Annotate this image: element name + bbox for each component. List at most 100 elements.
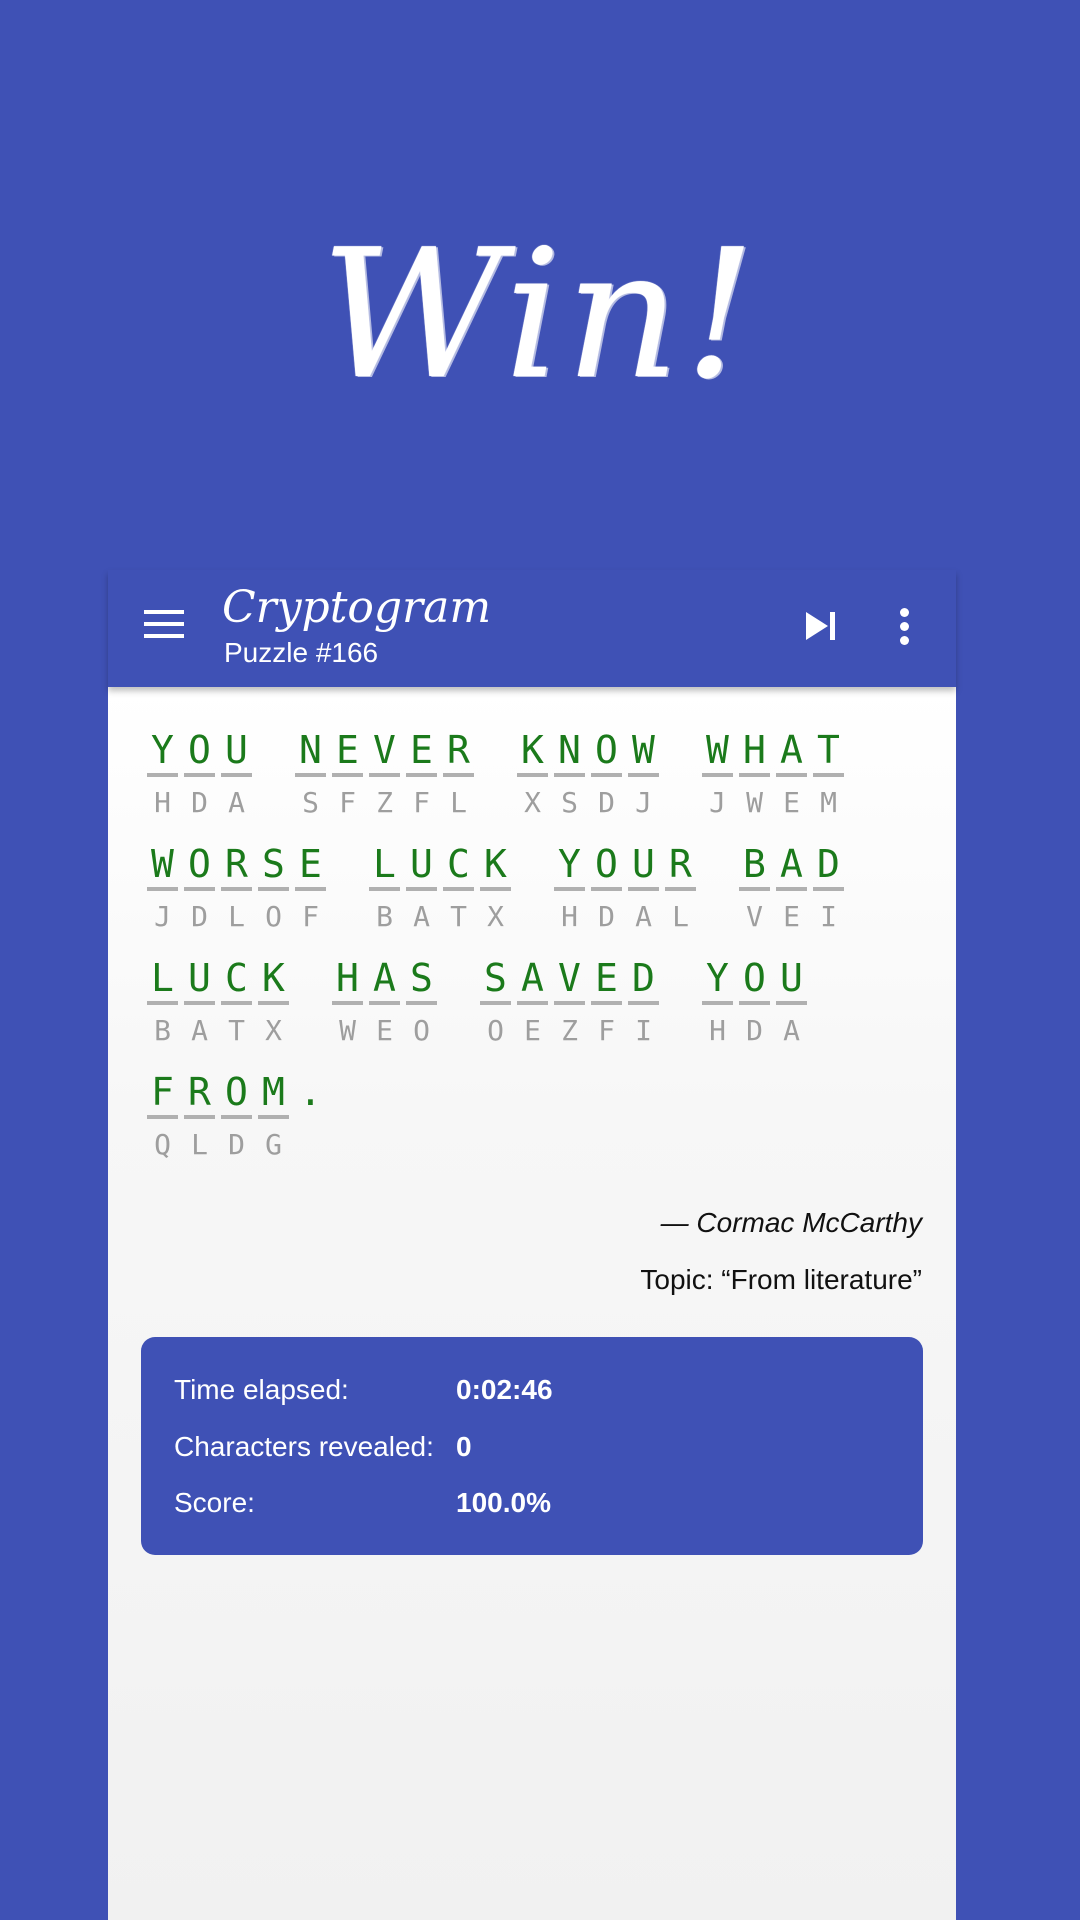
puzzle-word: WJHWAETM — [699, 727, 847, 823]
letter-cell[interactable]: OD — [181, 727, 218, 823]
letter-cell[interactable]: AE — [366, 955, 403, 1051]
menu-icon[interactable] — [144, 610, 184, 638]
cipher-letter: X — [524, 786, 541, 819]
letter-underline — [628, 887, 659, 891]
letter-cell[interactable]: EF — [292, 841, 329, 937]
letter-underline — [258, 1001, 289, 1005]
skip-next-icon[interactable] — [806, 610, 836, 642]
letter-cell[interactable]: KX — [255, 955, 292, 1051]
solved-letter: Y — [706, 956, 729, 1000]
letter-underline — [184, 887, 215, 891]
cipher-letter: J — [154, 900, 171, 933]
letter-cell[interactable]: AE — [773, 841, 810, 937]
letter-cell[interactable]: UA — [773, 955, 810, 1051]
letter-cell[interactable]: EF — [588, 955, 625, 1051]
letter-cell[interactable]: SO — [255, 841, 292, 937]
letter-cell[interactable]: FQ — [144, 1069, 181, 1165]
letter-cell[interactable]: UA — [625, 841, 662, 937]
letter-cell[interactable]: TM — [810, 727, 847, 823]
letter-underline — [591, 887, 622, 891]
letter-cell[interactable]: RL — [218, 841, 255, 937]
letter-cell[interactable]: VZ — [551, 955, 588, 1051]
letter-cell[interactable]: EF — [329, 727, 366, 823]
letter-underline — [184, 1115, 215, 1119]
solved-letter: W — [706, 728, 729, 772]
letter-cell[interactable]: NS — [292, 727, 329, 823]
letter-cell[interactable]: HW — [736, 727, 773, 823]
letter-cell[interactable]: RL — [662, 841, 699, 937]
cipher-letter: A — [783, 1014, 800, 1047]
letter-cell[interactable]: YH — [551, 841, 588, 937]
letter-cell[interactable]: OD — [218, 1069, 255, 1165]
letter-cell[interactable]: CT — [440, 841, 477, 937]
letter-cell[interactable]: WJ — [625, 727, 662, 823]
letter-cell[interactable]: MG — [255, 1069, 292, 1165]
letter-underline — [554, 887, 585, 891]
letter-underline — [480, 887, 511, 891]
letter-cell[interactable]: UA — [218, 727, 255, 823]
solved-letter: E — [299, 842, 322, 886]
letter-underline — [813, 887, 844, 891]
puzzle-word: LBUACTKX — [144, 955, 292, 1051]
stat-time-value: 0:02:46 — [456, 1374, 553, 1405]
letter-cell[interactable]: YH — [144, 727, 181, 823]
letter-cell[interactable]: VZ — [366, 727, 403, 823]
cipher-letter: O — [487, 1014, 504, 1047]
letter-cell[interactable]: KX — [477, 841, 514, 937]
solved-letter: M — [262, 1070, 285, 1114]
letter-cell[interactable]: HW — [329, 955, 366, 1051]
solved-letter: W — [632, 728, 655, 772]
letter-cell[interactable]: LB — [144, 955, 181, 1051]
solved-letter: H — [336, 956, 359, 1000]
solved-letter: U — [225, 728, 248, 772]
letter-cell[interactable]: WJ — [144, 841, 181, 937]
solved-letter: A — [521, 956, 544, 1000]
letter-cell[interactable]: KX — [514, 727, 551, 823]
letter-underline — [739, 773, 770, 777]
stat-time-label: Time elapsed: — [174, 1374, 349, 1405]
cipher-letter: L — [672, 900, 689, 933]
cipher-letter: E — [783, 786, 800, 819]
letter-cell[interactable]: OD — [736, 955, 773, 1051]
letter-cell[interactable]: OD — [588, 841, 625, 937]
letter-underline — [554, 1001, 585, 1005]
solved-letter: F — [151, 1070, 174, 1114]
letter-cell[interactable]: YH — [699, 955, 736, 1051]
letter-cell[interactable]: DI — [625, 955, 662, 1051]
letter-cell[interactable]: SO — [477, 955, 514, 1051]
letter-cell[interactable]: NS — [551, 727, 588, 823]
cipher-letter — [292, 1125, 329, 1165]
letter-underline — [443, 887, 474, 891]
solved-letter: E — [336, 728, 359, 772]
letter-cell[interactable]: WJ — [699, 727, 736, 823]
letter-cell[interactable]: LB — [366, 841, 403, 937]
letter-cell[interactable]: AE — [514, 955, 551, 1051]
letter-cell[interactable]: SO — [403, 955, 440, 1051]
punctuation-cell: . — [292, 1069, 329, 1165]
solved-letter: U — [410, 842, 433, 886]
letter-cell[interactable]: DI — [810, 841, 847, 937]
cipher-letter: B — [154, 1014, 171, 1047]
letter-cell[interactable]: EF — [403, 727, 440, 823]
letter-cell[interactable]: BV — [736, 841, 773, 937]
cipher-letter: E — [524, 1014, 541, 1047]
cipher-letter: I — [820, 900, 837, 933]
solved-letter: L — [151, 956, 174, 1000]
letter-cell[interactable]: RL — [440, 727, 477, 823]
letter-cell[interactable]: OD — [181, 841, 218, 937]
letter-cell[interactable]: CT — [218, 955, 255, 1051]
stats-panel: Time elapsed: 0:02:46 Characters reveale… — [141, 1337, 923, 1555]
cipher-letter: W — [339, 1014, 356, 1047]
more-vert-icon[interactable] — [898, 606, 910, 646]
letter-underline — [295, 773, 326, 777]
cipher-letter: E — [376, 1014, 393, 1047]
letter-cell[interactable]: AE — [773, 727, 810, 823]
letter-underline — [369, 887, 400, 891]
letter-cell[interactable]: UA — [403, 841, 440, 937]
letter-cell[interactable]: UA — [181, 955, 218, 1051]
letter-cell[interactable]: OD — [588, 727, 625, 823]
cipher-letter: S — [302, 786, 319, 819]
letter-underline — [221, 887, 252, 891]
letter-underline — [147, 887, 178, 891]
letter-cell[interactable]: RL — [181, 1069, 218, 1165]
